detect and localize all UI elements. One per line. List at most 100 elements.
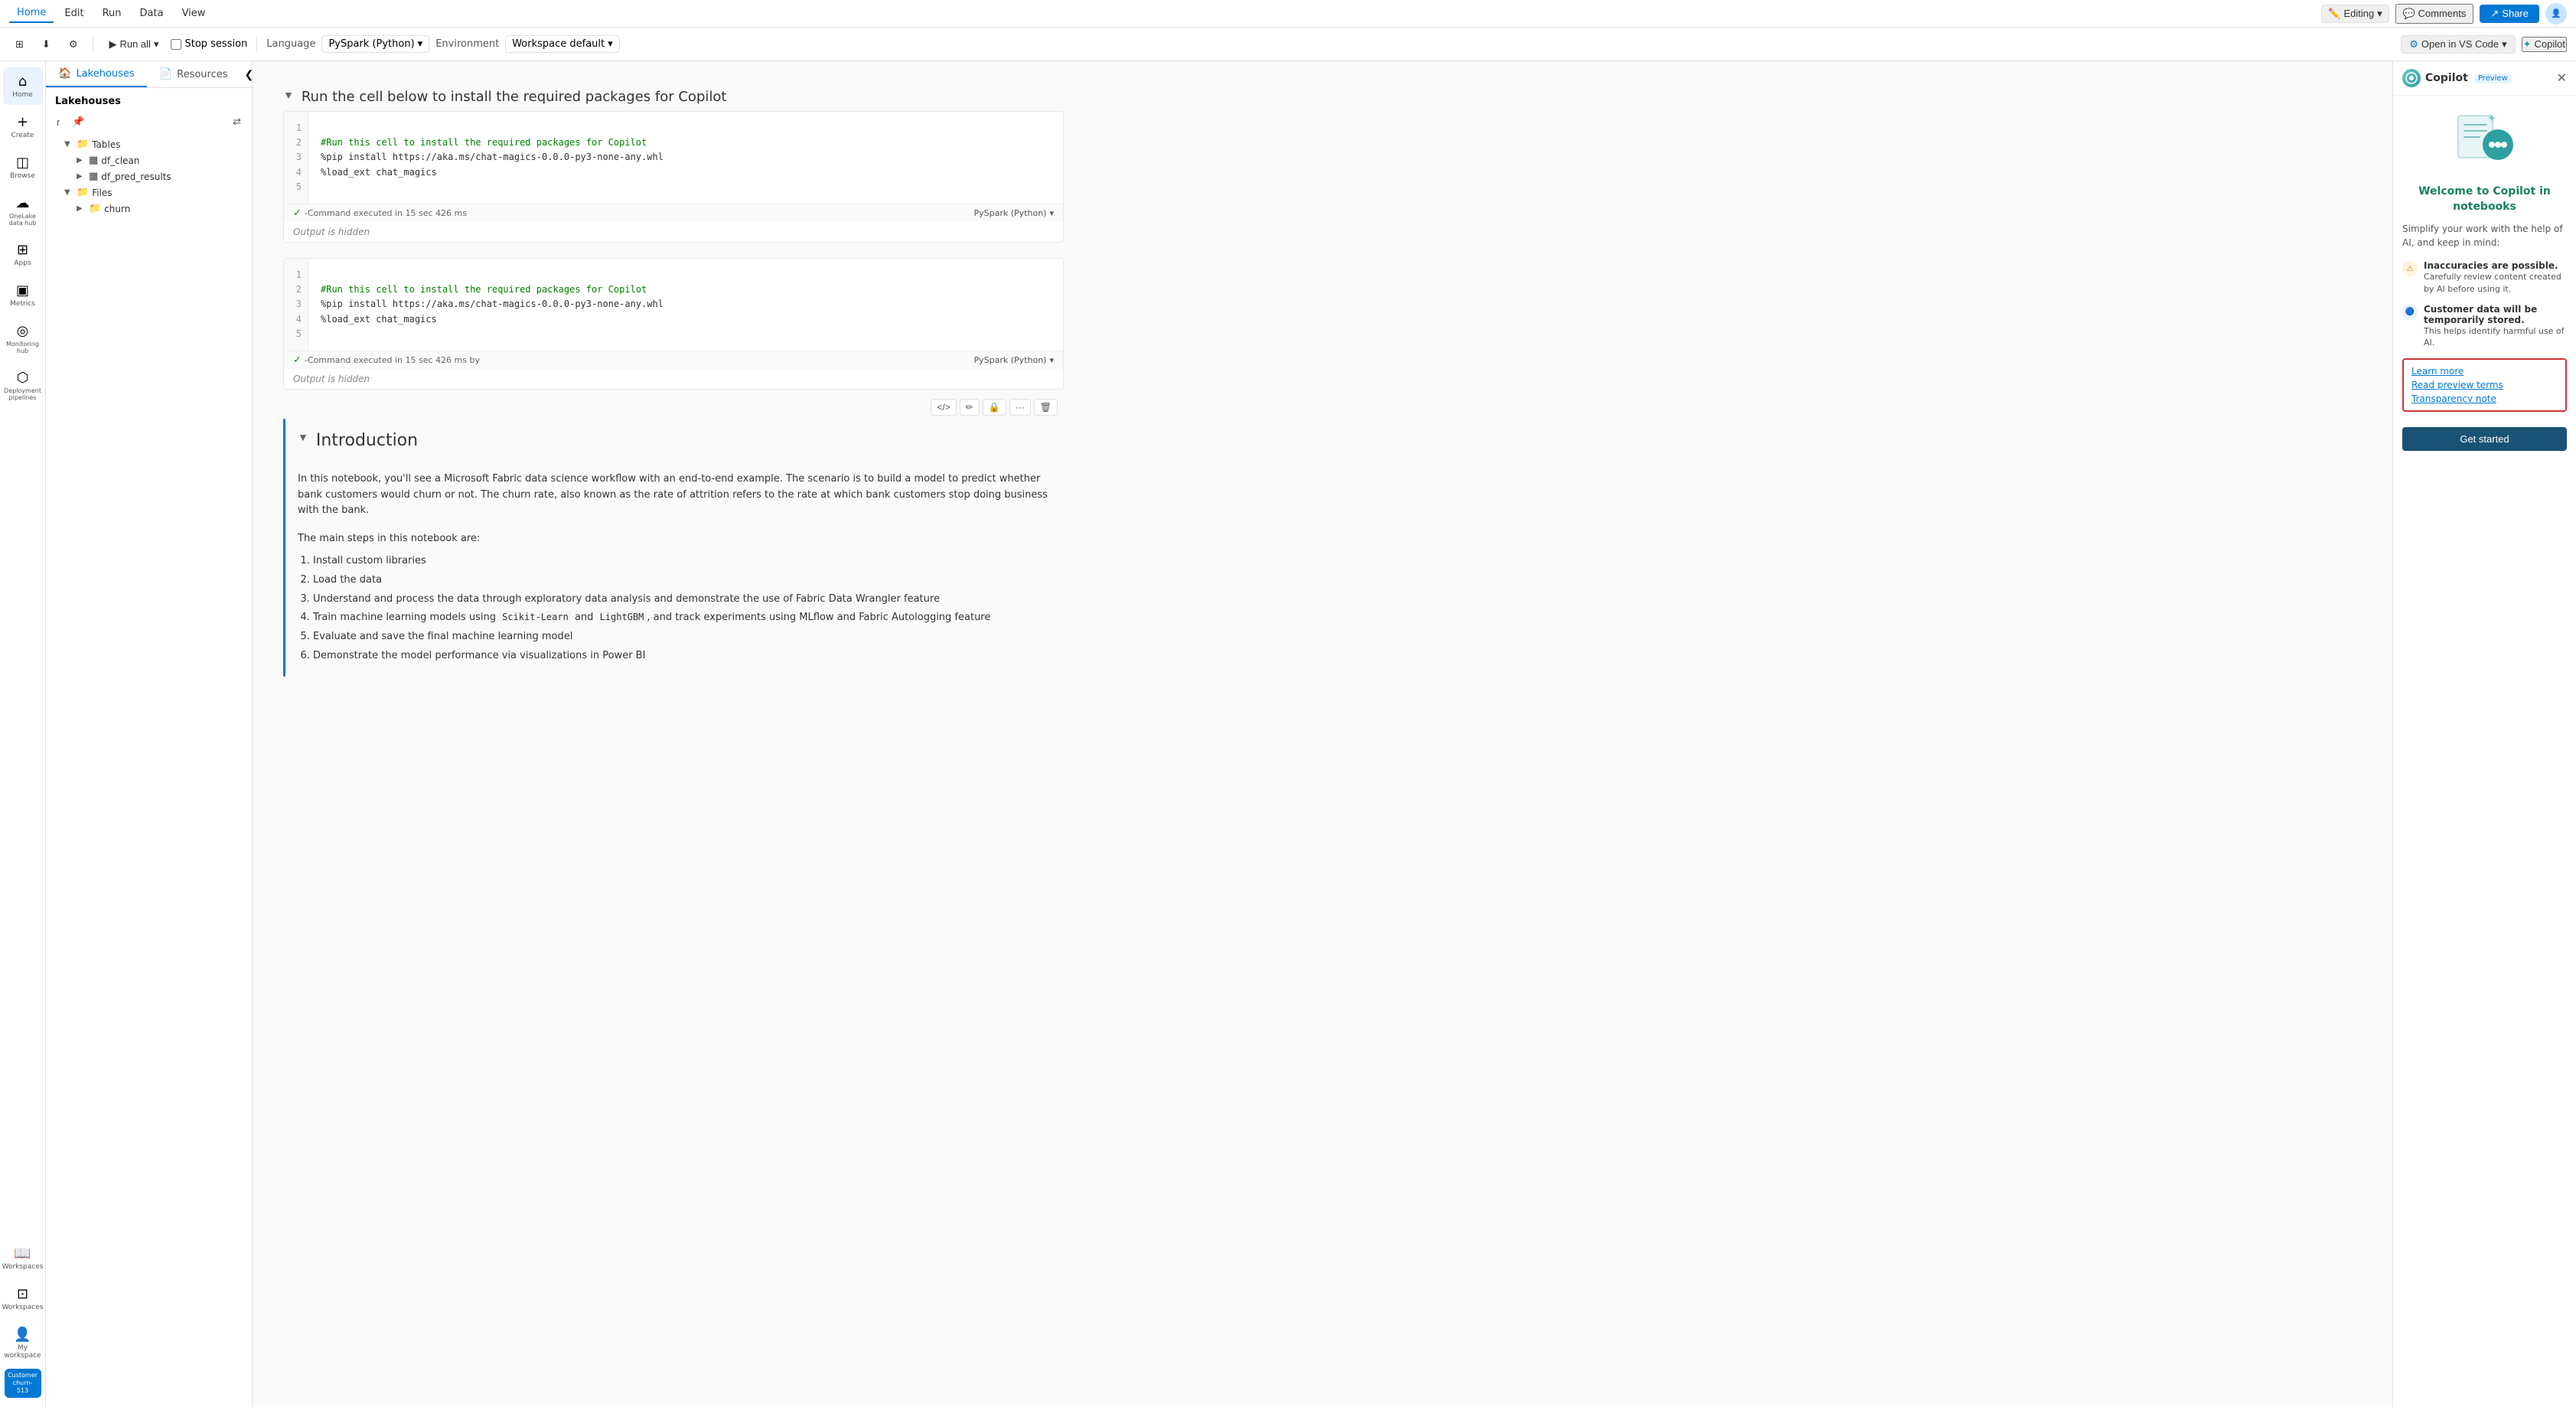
language-selector[interactable]: PySpark (Python) ▾ bbox=[321, 35, 429, 53]
transparency-note-link[interactable]: Transparency note bbox=[2411, 393, 2558, 404]
toolbar-right: ⚙ Open in VS Code ▾ ✦ Copilot bbox=[2401, 35, 2567, 54]
cell2-footer-right[interactable]: PySpark (Python) ▾ bbox=[974, 355, 1054, 365]
list-item: Evaluate and save the final machine lear… bbox=[313, 629, 1064, 645]
sidebar-item-create[interactable]: + Create bbox=[3, 108, 43, 145]
explorer-pin-button[interactable]: 📌 bbox=[67, 113, 89, 130]
cell2-output-hidden: Output is hidden bbox=[284, 369, 1063, 389]
tab-resources[interactable]: 📄 Resources bbox=[147, 61, 240, 87]
list-item: Demonstrate the model performance via vi… bbox=[313, 648, 1064, 664]
learn-more-link[interactable]: Learn more bbox=[2411, 366, 2558, 377]
df-clean-chevron-icon: ▶ bbox=[77, 156, 86, 165]
inaccuracy-icon: ⚠ bbox=[2402, 261, 2418, 276]
sidebar-item-onelake[interactable]: ☁ OneLake data hub bbox=[3, 189, 43, 233]
language-value: PySpark (Python) bbox=[328, 38, 414, 50]
cell1-footer: ✓ -Command executed in 15 sec 426 ms PyS… bbox=[284, 204, 1063, 222]
language-label: Language bbox=[266, 38, 315, 50]
user-avatar[interactable]: 👤 bbox=[2545, 3, 2567, 24]
cell-edit-button[interactable]: ✏ bbox=[960, 399, 980, 416]
section1-collapse-button[interactable]: ▼ bbox=[283, 89, 294, 101]
line-numbers-2: 1 2 3 4 5 bbox=[284, 259, 308, 351]
language-chevron-icon: ▾ bbox=[418, 38, 423, 50]
copilot-links-box: Learn more Read preview terms Transparen… bbox=[2402, 358, 2567, 412]
download-button[interactable]: ⬇ bbox=[36, 35, 57, 54]
environment-label: Environment bbox=[435, 38, 499, 50]
preview-terms-link[interactable]: Read preview terms bbox=[2411, 380, 2558, 390]
tree-churn-node[interactable]: ▶ 📁 churn bbox=[46, 201, 252, 217]
copilot-panel: Copilot Preview ✕ ✦ bbox=[2392, 61, 2576, 1407]
code-content-1[interactable]: #Run this cell to install the required p… bbox=[308, 112, 1063, 204]
explorer-sync-button[interactable]: ⇄ bbox=[228, 113, 246, 130]
explorer-panel: 🏠 Lakehouses 📄 Resources ❮❮ Lakehouses r… bbox=[46, 61, 253, 1407]
tab-lakehouses[interactable]: 🏠 Lakehouses bbox=[46, 61, 147, 87]
line-numbers-1: 1 2 3 4 5 bbox=[284, 112, 308, 204]
tables-chevron-icon: ▼ bbox=[64, 140, 73, 149]
table-icon-2: ▦ bbox=[89, 171, 98, 182]
cell-delete-button[interactable]: 🗑 bbox=[1034, 399, 1058, 416]
preview-badge: Preview bbox=[2474, 73, 2512, 83]
comment-icon: 💬 bbox=[2403, 8, 2415, 19]
sidebar-item-deployment[interactable]: ⬡ Deployment pipelines bbox=[3, 364, 43, 407]
environment-selector[interactable]: Workspace default ▾ bbox=[505, 35, 619, 53]
explorer-header: Lakehouses bbox=[46, 88, 252, 110]
cell-code-button[interactable]: </> bbox=[931, 399, 956, 416]
sidebar-item-home[interactable]: ⌂ Home bbox=[3, 67, 43, 105]
tree-tables-node[interactable]: ▼ 📁 Tables bbox=[46, 136, 252, 152]
run-all-button[interactable]: ▶ Run all ▾ bbox=[103, 35, 165, 54]
tree-df-pred-node[interactable]: ▶ ▦ df_pred_results bbox=[46, 168, 252, 184]
copilot-title: Copilot bbox=[2425, 72, 2468, 84]
stop-session-checkbox[interactable] bbox=[171, 39, 181, 50]
comments-button[interactable]: 💬 Comments bbox=[2395, 4, 2474, 24]
sidebar-item-workspaces[interactable]: ⊡ Workspaces Workspaces bbox=[3, 1280, 43, 1317]
nav-view[interactable]: View bbox=[174, 5, 214, 22]
run-all-chevron-icon: ▾ bbox=[154, 38, 159, 51]
sidebar-item-apps[interactable]: ⊞ Apps bbox=[3, 236, 43, 273]
cell1-footer-right[interactable]: PySpark (Python) ▾ bbox=[974, 208, 1054, 218]
explorer-search-button[interactable]: r bbox=[52, 114, 64, 130]
editing-label: Editing bbox=[2343, 8, 2374, 19]
open-vs-code-button[interactable]: ⚙ Open in VS Code ▾ bbox=[2401, 35, 2515, 54]
cell-lock-button[interactable]: 🔒 bbox=[983, 399, 1006, 416]
browse-icon: ◫ bbox=[16, 155, 29, 171]
explorer-collapse-button[interactable]: ❮❮ bbox=[240, 61, 253, 87]
nav-data[interactable]: Data bbox=[132, 5, 171, 22]
tree-files-node[interactable]: ▼ 📁 Files bbox=[46, 184, 252, 201]
nav-edit[interactable]: Edit bbox=[57, 5, 91, 22]
sidebar-item-browse[interactable]: ◫ Browse bbox=[3, 149, 43, 186]
left-sidebar: ⌂ Home + Create ◫ Browse ☁ OneLake data … bbox=[0, 61, 46, 1407]
cell2-status: -Command executed in 15 sec 426 ms by bbox=[305, 355, 480, 365]
share-button[interactable]: ↗ Share bbox=[2480, 5, 2539, 23]
cell-more-button[interactable]: ··· bbox=[1009, 399, 1031, 416]
get-started-button[interactable]: Get started bbox=[2402, 427, 2567, 451]
metrics-icon: ▣ bbox=[16, 282, 29, 299]
resources-icon: 📄 bbox=[159, 68, 172, 80]
sidebar-item-metrics[interactable]: ▣ Metrics bbox=[3, 276, 43, 314]
tree-df-clean-node[interactable]: ▶ ▦ df_clean bbox=[46, 152, 252, 168]
nav-home[interactable]: Home bbox=[9, 4, 54, 23]
format-button[interactable]: ⊞ bbox=[9, 35, 30, 54]
intro-collapse-button[interactable]: ▼ bbox=[298, 431, 308, 443]
point-1-text: Inaccuracies are possible. Carefully rev… bbox=[2424, 260, 2567, 295]
sidebar-item-my-workspace[interactable]: 👤 My workspace bbox=[3, 1320, 43, 1366]
notebook-content: ▼ Run the cell below to install the requ… bbox=[253, 61, 1094, 692]
code-content-2[interactable]: #Run this cell to install the required p… bbox=[308, 259, 1063, 351]
churn-folder-icon: 📁 bbox=[89, 203, 101, 214]
environment-value: Workspace default bbox=[512, 38, 605, 50]
nav-run[interactable]: Run bbox=[95, 5, 129, 22]
sidebar-item-monitoring[interactable]: ◎ Monitoring hub bbox=[3, 317, 43, 361]
svg-text:✦: ✦ bbox=[2487, 113, 2496, 125]
copilot-welcome-title: Welcome to Copilot in notebooks bbox=[2402, 184, 2567, 214]
editing-button[interactable]: ✏️ Editing ▾ bbox=[2321, 5, 2389, 23]
intro-paragraph-2: The main steps in this notebook are: Ins… bbox=[298, 531, 1064, 664]
cell1-lang-chevron-icon: ▾ bbox=[1049, 208, 1054, 218]
settings-button[interactable]: ⚙ bbox=[63, 35, 84, 54]
intro-header: ▼ Introduction bbox=[298, 431, 1064, 459]
customer-badge[interactable]: Customer churn-513 bbox=[5, 1369, 41, 1398]
copilot-close-button[interactable]: ✕ bbox=[2557, 70, 2567, 86]
cell1-output-hidden: Output is hidden bbox=[284, 222, 1063, 242]
success-icon-2: ✓ bbox=[293, 354, 302, 366]
copilot-toolbar-button[interactable]: ✦ Copilot bbox=[2522, 37, 2567, 52]
code-cmd1-2: %pip install https://aka.ms/chat-magics-… bbox=[321, 297, 1051, 312]
editing-chevron-icon: ▾ bbox=[2377, 8, 2382, 20]
toolbar-sep-2 bbox=[256, 37, 257, 52]
sidebar-item-learn[interactable]: 📖 Workspaces bbox=[3, 1239, 43, 1277]
